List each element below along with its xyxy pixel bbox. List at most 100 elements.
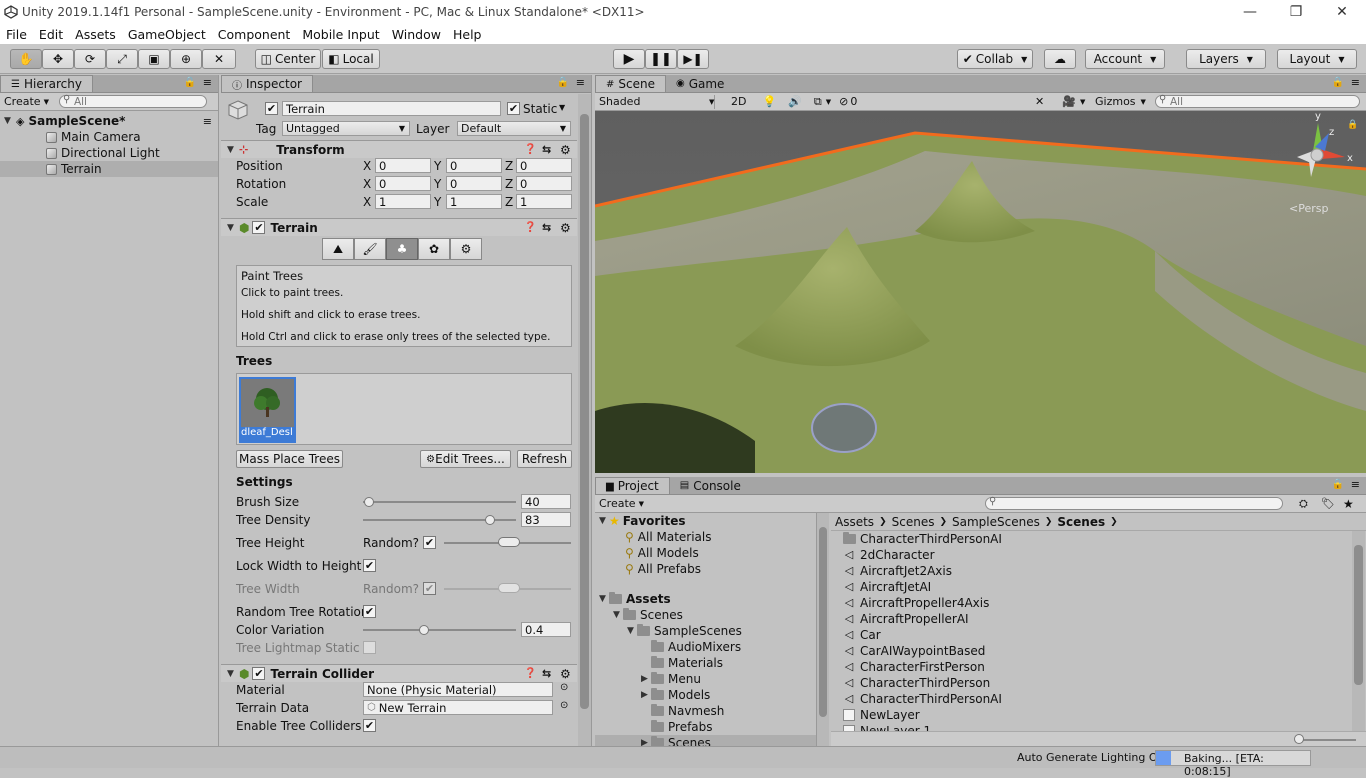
folder-tree-item[interactable]: Materials bbox=[595, 655, 816, 671]
tab-project[interactable]: ▆ Project bbox=[595, 477, 670, 494]
layer-dropdown[interactable]: Default ▼ bbox=[457, 121, 571, 136]
settings-gear-icon[interactable]: ⚙ bbox=[560, 221, 571, 235]
lock-icon[interactable]: 🔒 bbox=[1332, 479, 1344, 490]
terrain-settings-tool-button[interactable]: ⚙ bbox=[450, 238, 482, 260]
color-variation-slider-track[interactable] bbox=[363, 629, 516, 631]
file-list-item[interactable]: ◁ AircraftPropellerAI bbox=[831, 611, 1351, 627]
object-picker-icon[interactable]: ⊙ bbox=[560, 700, 568, 711]
shading-dropdown[interactable]: Shaded ▼ bbox=[595, 94, 715, 109]
rotate-tool-button[interactable]: ⟳ bbox=[74, 49, 106, 69]
terrain-component-header[interactable]: ▼ ⬢ ✔ Terrain ❓ ⇆ ⚙ bbox=[221, 218, 577, 236]
maximize-button[interactable]: ❐ bbox=[1273, 0, 1319, 24]
rotation-z-input[interactable]: 0 bbox=[516, 176, 572, 191]
tab-hierarchy[interactable]: ☰ Hierarchy bbox=[0, 75, 93, 92]
folder-tree-item[interactable]: AudioMixers bbox=[595, 639, 816, 655]
help-icon[interactable]: ❓ bbox=[524, 668, 536, 679]
expand-arrow-icon[interactable]: ▼ bbox=[613, 610, 623, 620]
lock-icon[interactable]: 🔒 bbox=[184, 77, 196, 88]
scale-y-input[interactable]: 1 bbox=[446, 194, 502, 209]
menu-edit[interactable]: Edit bbox=[33, 27, 69, 42]
favorites-header[interactable]: ▼ ★ Favorites bbox=[595, 513, 816, 529]
static-dropdown-arrow-icon[interactable]: ▼ bbox=[559, 103, 565, 112]
2d-toggle[interactable]: 2D bbox=[727, 95, 750, 109]
position-y-input[interactable]: 0 bbox=[446, 158, 502, 173]
effects-toggle-icon[interactable]: ⧉ bbox=[814, 95, 822, 109]
lighting-toggle-icon[interactable]: 💡 bbox=[762, 95, 776, 108]
step-button[interactable]: ▶❚ bbox=[677, 49, 709, 69]
gizmos-dropdown[interactable]: Gizmos ▼ bbox=[1091, 95, 1150, 109]
panel-menu-icon[interactable]: ≡ bbox=[576, 76, 585, 89]
lock-width-checkbox[interactable]: ✔ bbox=[363, 559, 376, 572]
tree-prototype-item[interactable]: dleaf_Desl bbox=[239, 377, 296, 443]
object-picker-icon[interactable]: ⊙ bbox=[560, 682, 568, 693]
file-list-item[interactable]: ◁ AircraftPropeller4Axis bbox=[831, 595, 1351, 611]
menu-help[interactable]: Help bbox=[447, 27, 488, 42]
search-by-label-icon[interactable]: 🏷 bbox=[1321, 497, 1335, 510]
expand-arrow-icon[interactable]: ▼ bbox=[627, 626, 637, 636]
folder-tree-item[interactable]: ▶ Scenes bbox=[595, 735, 816, 746]
hierarchy-item-directional-light[interactable]: Directional Light bbox=[0, 145, 218, 161]
menu-window[interactable]: Window bbox=[386, 27, 447, 42]
minimize-button[interactable]: — bbox=[1227, 0, 1273, 24]
baking-progress-bar[interactable]: Baking... [ETA: 0:08:15] bbox=[1155, 750, 1311, 778]
hierarchy-search-input[interactable]: All bbox=[58, 94, 207, 108]
settings-gear-icon[interactable]: ⚙ bbox=[560, 667, 571, 681]
hierarchy-item-main-camera[interactable]: Main Camera bbox=[0, 129, 218, 145]
rect-tool-button[interactable]: ▣ bbox=[138, 49, 170, 69]
preset-icon[interactable]: ⇆ bbox=[542, 143, 551, 156]
tools-icon[interactable]: ✕ bbox=[1035, 95, 1044, 108]
lock-icon[interactable]: 🔒 bbox=[1332, 77, 1344, 88]
cloud-button[interactable]: ☁ bbox=[1044, 49, 1076, 69]
file-list-item[interactable]: ◁ Car bbox=[831, 627, 1351, 643]
file-list-item[interactable]: ◁ AircraftJetAI bbox=[831, 579, 1351, 595]
project-search-input[interactable] bbox=[985, 496, 1283, 510]
file-list-item[interactable]: NewLayer bbox=[831, 707, 1351, 723]
create-neighbor-tool-button[interactable]: ⛰ bbox=[322, 238, 354, 260]
position-x-input[interactable]: 0 bbox=[375, 158, 431, 173]
panel-menu-icon[interactable]: ≡ bbox=[203, 76, 212, 89]
folder-tree-item[interactable]: Prefabs bbox=[595, 719, 816, 735]
help-icon[interactable]: ❓ bbox=[524, 144, 536, 155]
search-by-type-icon[interactable]: ⛭ bbox=[1299, 497, 1308, 511]
collapsed-arrow-icon[interactable]: ▶ bbox=[641, 674, 651, 684]
panel-menu-icon[interactable]: ≡ bbox=[1351, 76, 1360, 89]
inspector-scrollbar[interactable] bbox=[578, 94, 591, 746]
transform-header[interactable]: ▼ ⊹ Transform ❓ ⇆ ⚙ bbox=[221, 140, 577, 158]
brush-size-input[interactable]: 40 bbox=[521, 494, 571, 509]
scene-viewport[interactable]: y z x 🔒 <Persp bbox=[595, 111, 1366, 473]
favorite-item-materials[interactable]: ⚲ All Materials bbox=[595, 529, 816, 545]
layers-dropdown[interactable]: Layers ▼ bbox=[1186, 49, 1266, 69]
assets-root[interactable]: ▼ Assets bbox=[595, 591, 816, 607]
projection-toggle[interactable]: <Persp bbox=[1289, 202, 1328, 215]
lock-icon[interactable]: 🔒 bbox=[557, 77, 569, 88]
menu-gameobject[interactable]: GameObject bbox=[122, 27, 212, 42]
file-list-item[interactable]: ◁ AircraftJet2Axis bbox=[831, 563, 1351, 579]
scale-tool-button[interactable]: ⤢ bbox=[106, 49, 138, 69]
refresh-button[interactable]: Refresh bbox=[517, 450, 572, 468]
tree-height-random-checkbox[interactable]: ✔ bbox=[423, 536, 436, 549]
paint-trees-tool-button[interactable]: ♣ bbox=[386, 238, 418, 260]
favorite-item-prefabs[interactable]: ⚲ All Prefabs bbox=[595, 561, 816, 577]
rotation-x-input[interactable]: 0 bbox=[375, 176, 431, 191]
pause-button[interactable]: ❚❚ bbox=[645, 49, 677, 69]
folder-tree-item[interactable]: ▼ Scenes bbox=[595, 607, 816, 623]
file-list-item[interactable]: NewLayer 1 bbox=[831, 723, 1351, 731]
active-checkbox[interactable]: ✔ bbox=[265, 102, 278, 115]
folder-tree-item[interactable]: ▶ Menu bbox=[595, 671, 816, 687]
layout-dropdown[interactable]: Layout ▼ bbox=[1277, 49, 1357, 69]
settings-gear-icon[interactable]: ⚙ bbox=[560, 143, 571, 157]
menu-file[interactable]: File bbox=[0, 27, 33, 42]
breadcrumb-assets[interactable]: Assets bbox=[835, 515, 874, 529]
tree-density-slider-knob[interactable] bbox=[484, 515, 495, 525]
hidden-objects-icon[interactable]: ⊘ bbox=[839, 95, 848, 108]
inspector-scrollbar-thumb[interactable] bbox=[580, 114, 589, 709]
account-dropdown[interactable]: Account ▼ bbox=[1085, 49, 1165, 69]
folder-tree-item[interactable]: Navmesh bbox=[595, 703, 816, 719]
folder-tree-scrollbar-thumb[interactable] bbox=[819, 527, 827, 717]
file-list-item[interactable]: CharacterThirdPersonAI bbox=[831, 531, 1351, 547]
file-list-item[interactable]: ◁ 2dCharacter bbox=[831, 547, 1351, 563]
expand-arrow-icon[interactable]: ▼ bbox=[4, 116, 14, 126]
audio-toggle-icon[interactable]: 🔊 bbox=[788, 95, 802, 108]
custom-tool-button[interactable]: ✕ bbox=[202, 49, 236, 69]
edit-trees-button[interactable]: ⚙ Edit Trees... bbox=[420, 450, 511, 468]
